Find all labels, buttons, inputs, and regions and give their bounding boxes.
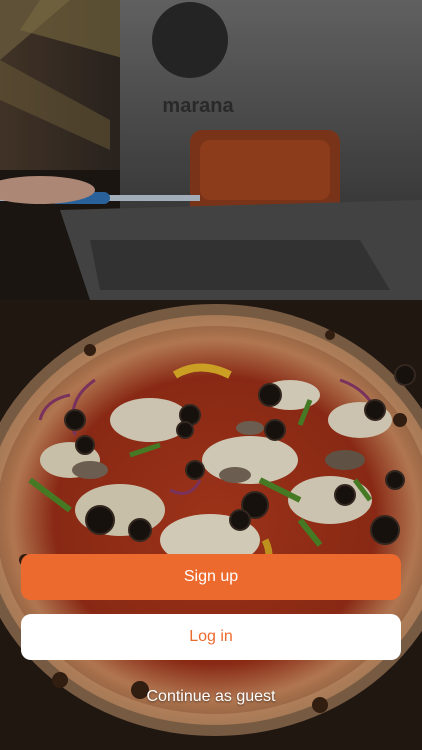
welcome-screen: marana Sign up Log in Continue as guest: [0, 0, 422, 750]
sign-up-button[interactable]: Sign up: [21, 554, 401, 600]
oven-brand-text: marana: [162, 95, 234, 117]
continue-as-guest-link[interactable]: Continue as guest: [0, 688, 422, 706]
log-in-button[interactable]: Log in: [21, 614, 401, 660]
